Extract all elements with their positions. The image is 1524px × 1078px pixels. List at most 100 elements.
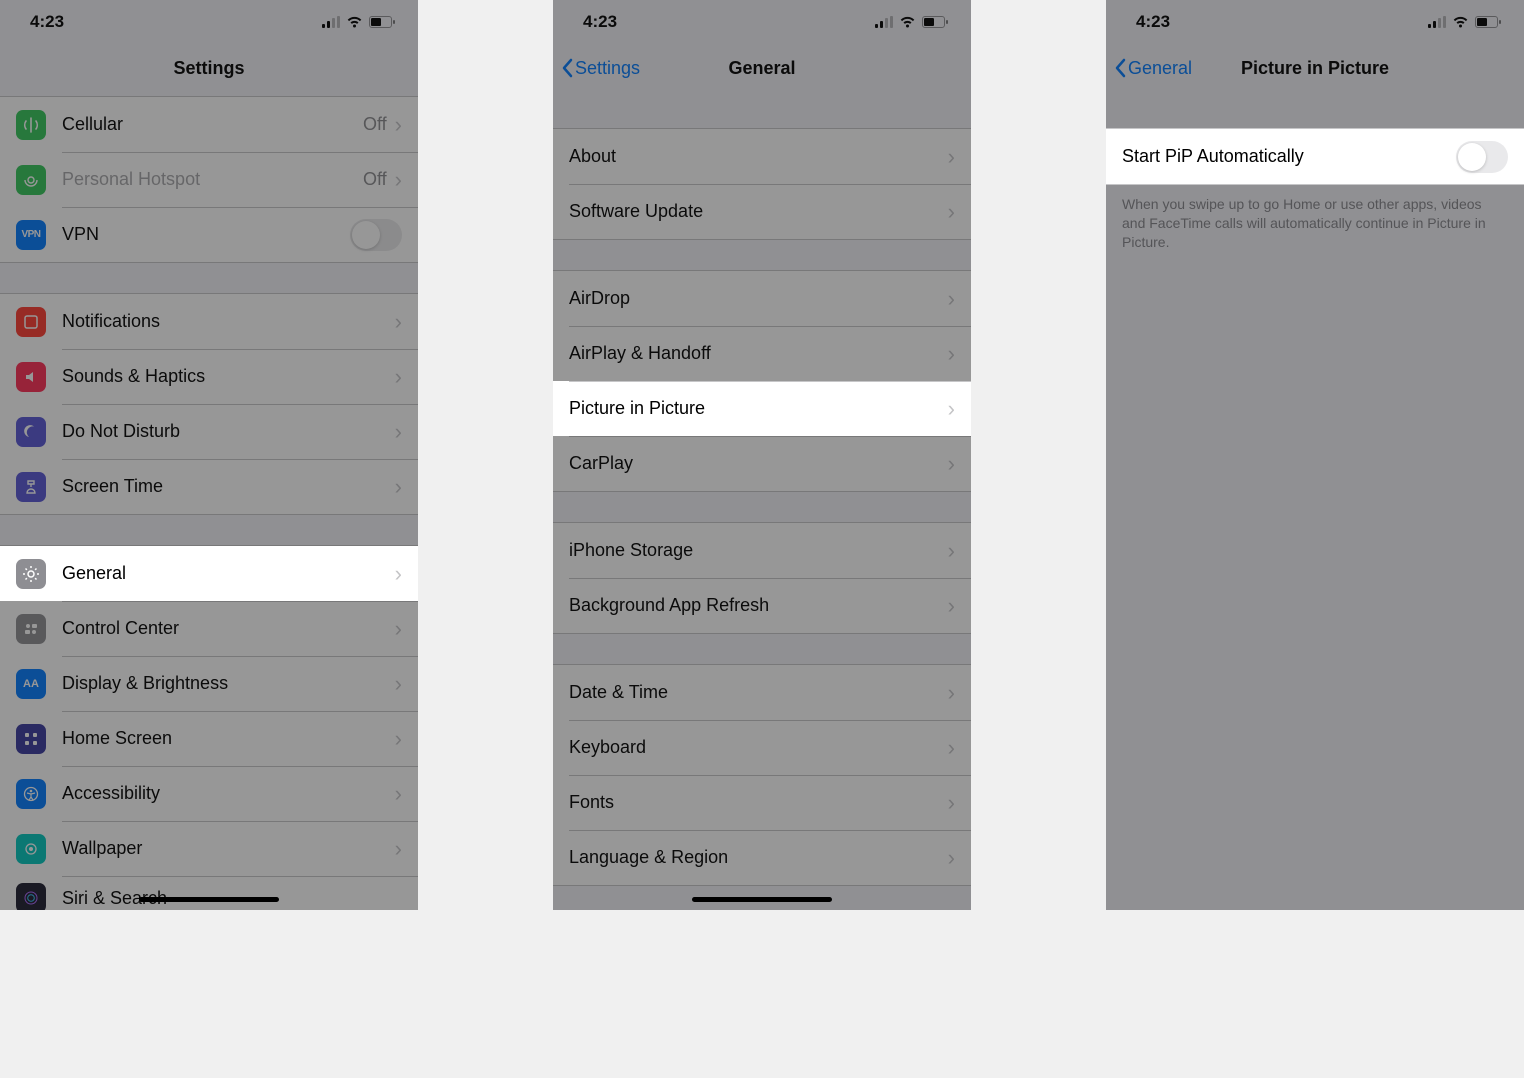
battery-icon — [1475, 16, 1502, 28]
row-label: Cellular — [62, 114, 363, 135]
vpn-icon: VPN — [16, 220, 46, 250]
row-airdrop[interactable]: AirDrop › — [553, 271, 971, 326]
row-picture-in-picture[interactable]: Picture in Picture › — [553, 381, 971, 436]
row-label: General — [62, 563, 395, 584]
row-label: Language & Region — [569, 847, 948, 868]
control-center-icon — [16, 614, 46, 644]
chevron-right-icon: › — [948, 790, 955, 816]
wifi-icon — [899, 16, 916, 28]
row-label: About — [569, 146, 948, 167]
chevron-right-icon: › — [395, 671, 402, 697]
page-title: General — [728, 58, 795, 79]
chevron-right-icon: › — [948, 144, 955, 170]
row-label: Display & Brightness — [62, 673, 395, 694]
row-software-update[interactable]: Software Update › — [553, 184, 971, 239]
row-fonts[interactable]: Fonts › — [553, 775, 971, 830]
row-label: Wallpaper — [62, 838, 395, 859]
row-screen-time[interactable]: Screen Time › — [0, 459, 418, 514]
row-label: Picture in Picture — [569, 398, 948, 419]
chevron-right-icon: › — [395, 474, 402, 500]
status-icons — [1428, 16, 1502, 28]
row-keyboard[interactable]: Keyboard › — [553, 720, 971, 775]
cellular-signal-icon — [1428, 16, 1446, 28]
nav-bar: General Picture in Picture — [1106, 44, 1524, 92]
hotspot-icon — [16, 165, 46, 195]
row-home-screen[interactable]: Home Screen › — [0, 711, 418, 766]
row-start-pip-automatically[interactable]: Start PiP Automatically — [1106, 129, 1524, 184]
row-language-region[interactable]: Language & Region › — [553, 830, 971, 885]
row-display-brightness[interactable]: AA Display & Brightness › — [0, 656, 418, 711]
row-label: Start PiP Automatically — [1122, 146, 1456, 167]
row-iphone-storage[interactable]: iPhone Storage › — [553, 523, 971, 578]
row-sounds-haptics[interactable]: Sounds & Haptics › — [0, 349, 418, 404]
wifi-icon — [1452, 16, 1469, 28]
row-label: Background App Refresh — [569, 595, 948, 616]
chevron-left-icon — [561, 58, 573, 78]
row-label: Personal Hotspot — [62, 169, 363, 190]
status-icons — [322, 16, 396, 28]
status-time: 4:23 — [1136, 12, 1170, 32]
row-vpn[interactable]: VPN VPN — [0, 207, 418, 262]
status-icons — [875, 16, 949, 28]
notifications-icon — [16, 307, 46, 337]
screen-time-icon — [16, 472, 46, 502]
row-cellular[interactable]: Cellular Off › — [0, 97, 418, 152]
siri-icon — [16, 883, 46, 910]
row-label: Keyboard — [569, 737, 948, 758]
chevron-right-icon: › — [395, 726, 402, 752]
chevron-right-icon: › — [395, 419, 402, 445]
row-personal-hotspot[interactable]: Personal Hotspot Off › — [0, 152, 418, 207]
row-label: Do Not Disturb — [62, 421, 395, 442]
chevron-right-icon: › — [948, 451, 955, 477]
row-label: Date & Time — [569, 682, 948, 703]
battery-icon — [922, 16, 949, 28]
battery-icon — [369, 16, 396, 28]
home-indicator[interactable] — [692, 897, 832, 902]
home-indicator[interactable] — [139, 897, 279, 902]
row-label: iPhone Storage — [569, 540, 948, 561]
page-title: Settings — [173, 58, 244, 79]
row-about[interactable]: About › — [553, 129, 971, 184]
row-date-time[interactable]: Date & Time › — [553, 665, 971, 720]
chevron-left-icon — [1114, 58, 1126, 78]
row-background-app-refresh[interactable]: Background App Refresh › — [553, 578, 971, 633]
chevron-right-icon: › — [948, 680, 955, 706]
row-value: Off — [363, 114, 387, 135]
row-control-center[interactable]: Control Center › — [0, 601, 418, 656]
dnd-icon — [16, 417, 46, 447]
chevron-right-icon: › — [395, 836, 402, 862]
chevron-right-icon: › — [948, 538, 955, 564]
row-carplay[interactable]: CarPlay › — [553, 436, 971, 491]
row-siri-search[interactable]: Siri & Search — [0, 876, 418, 910]
row-airplay-handoff[interactable]: AirPlay & Handoff › — [553, 326, 971, 381]
row-label: Sounds & Haptics — [62, 366, 395, 387]
row-value: Off — [363, 169, 387, 190]
back-label: General — [1128, 58, 1192, 79]
row-label: Software Update — [569, 201, 948, 222]
row-label: Notifications — [62, 311, 395, 332]
screen-picture-in-picture: 4:23 General Picture in Picture Start Pi… — [1106, 0, 1524, 910]
row-wallpaper[interactable]: Wallpaper › — [0, 821, 418, 876]
wallpaper-icon — [16, 834, 46, 864]
chevron-right-icon: › — [395, 781, 402, 807]
row-notifications[interactable]: Notifications › — [0, 294, 418, 349]
footer-description: When you swipe up to go Home or use othe… — [1106, 185, 1524, 252]
row-accessibility[interactable]: Accessibility › — [0, 766, 418, 821]
vpn-toggle[interactable] — [350, 219, 402, 251]
row-do-not-disturb[interactable]: Do Not Disturb › — [0, 404, 418, 459]
row-label: Accessibility — [62, 783, 395, 804]
chevron-right-icon: › — [395, 616, 402, 642]
back-button[interactable]: General — [1114, 44, 1192, 92]
chevron-right-icon: › — [395, 364, 402, 390]
nav-bar: Settings General — [553, 44, 971, 92]
chevron-right-icon: › — [948, 845, 955, 871]
row-label: Control Center — [62, 618, 395, 639]
chevron-right-icon: › — [395, 561, 402, 587]
screen-settings: 4:23 Settings Cellular Off › Personal Ho… — [0, 0, 418, 910]
row-label: AirDrop — [569, 288, 948, 309]
row-general[interactable]: General › — [0, 546, 418, 601]
nav-bar: Settings — [0, 44, 418, 92]
start-pip-toggle[interactable] — [1456, 141, 1508, 173]
back-button[interactable]: Settings — [561, 44, 640, 92]
status-time: 4:23 — [583, 12, 617, 32]
